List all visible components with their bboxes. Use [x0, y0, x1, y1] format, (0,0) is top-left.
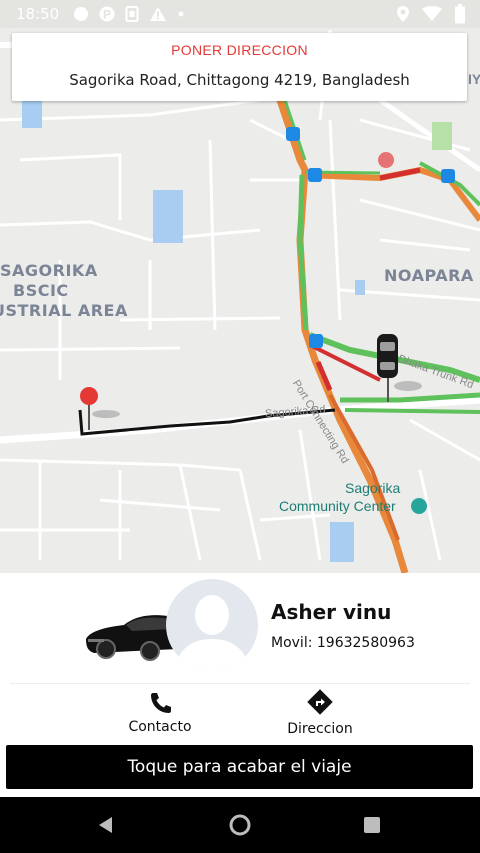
direction-label: Direccion — [287, 721, 353, 737]
directions-icon — [307, 689, 333, 715]
water-body-2 — [22, 98, 42, 128]
map-label-community-1: Sagorika — [345, 480, 401, 496]
status-bar: 18:50 P — [0, 0, 480, 28]
driver-avatar — [166, 579, 258, 671]
traffic-green-6 — [344, 408, 480, 414]
contact-button[interactable]: Contacto — [120, 691, 200, 735]
home-icon[interactable] — [229, 814, 251, 836]
battery-icon — [455, 4, 465, 24]
status-time: 18:50 — [16, 5, 60, 23]
map-label-edge: IY — [468, 71, 480, 87]
phone-icon — [151, 693, 171, 713]
address-card[interactable]: PONER DIRECCION Sagorika Road, Chittagon… — [12, 33, 467, 101]
circle-icon — [74, 7, 89, 21]
end-trip-button[interactable]: Toque para acabar el viaje — [6, 745, 473, 789]
address-text[interactable]: Sagorika Road, Chittagong 4219, Banglade… — [12, 71, 467, 89]
driver-name: Asher vinu — [271, 600, 392, 624]
water-body — [153, 190, 183, 243]
bus-stop-icon — [441, 169, 455, 183]
water-body-3 — [330, 522, 354, 562]
water-body-4 — [355, 280, 365, 295]
map-label-noapara: NOAPARA — [384, 266, 474, 285]
back-icon[interactable] — [96, 815, 116, 835]
address-card-title: PONER DIRECCION — [171, 42, 308, 58]
community-center-icon — [411, 498, 427, 514]
pickup-pin-icon[interactable] — [80, 387, 120, 430]
map-label-community-2: Community Center — [279, 498, 396, 514]
recents-icon[interactable] — [363, 816, 381, 834]
hospital-icon — [378, 152, 394, 168]
parking-p-icon: P — [99, 6, 115, 22]
map-label-sagorika-3: USTRIAL AREA — [0, 301, 128, 320]
dot-icon — [178, 11, 184, 17]
bus-stop-icon — [308, 168, 322, 182]
bus-stop-icon — [309, 334, 323, 348]
location-icon — [397, 6, 409, 22]
map-label-sagorika-1: SAGORIKA — [0, 261, 98, 280]
sim-card-icon — [125, 6, 139, 22]
ne-road — [378, 97, 480, 173]
navigation-bar — [0, 797, 480, 853]
person-icon — [174, 595, 250, 671]
driver-panel: Asher vinu Movil: 19632580963 Contacto D… — [0, 573, 480, 797]
warning-icon — [150, 7, 167, 21]
map-view[interactable]: SAGORIKA BSCIC USTRIAL AREA NOAPARA Sago… — [0, 28, 480, 573]
bus-stop-icon — [286, 127, 300, 141]
direction-button[interactable]: Direccion — [280, 689, 360, 737]
map-label-sagorika-2: BSCIC — [13, 281, 69, 300]
driver-phone: Movil: 19632580963 — [271, 635, 415, 651]
minor-streets — [0, 29, 480, 561]
park-area — [432, 122, 452, 150]
contact-label: Contacto — [128, 719, 192, 735]
svg-text:P: P — [103, 8, 111, 22]
wifi-icon — [422, 6, 442, 21]
divider — [10, 683, 470, 684]
